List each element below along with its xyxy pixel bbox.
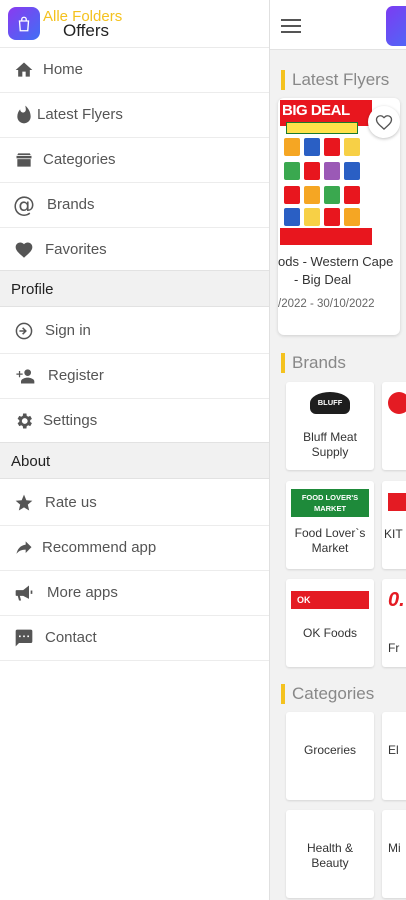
drawer-item-label: Contact	[45, 629, 97, 646]
bluff-logo: BLUFF	[310, 392, 350, 414]
menu-icon[interactable]	[281, 19, 301, 33]
profile-section-header: Profile	[0, 270, 269, 307]
box-icon	[13, 149, 35, 171]
category-name: Groceries	[303, 743, 356, 757]
drawer-header: Alle Folders Offers	[0, 0, 269, 48]
category-name: El	[388, 743, 399, 757]
navigation-drawer: Alle Folders Offers Home Latest Flyers C…	[0, 0, 270, 900]
flyer-card[interactable]: BIG DEAL ods - Western Cape - Big Deal /…	[278, 98, 400, 335]
heart-icon	[13, 239, 35, 261]
brand-tile-ok-foods[interactable]: OK OK Foods	[286, 579, 374, 667]
category-tile-health-beauty[interactable]: Health & Beauty	[286, 810, 374, 898]
drawer-item-brands[interactable]: @ Brands	[0, 183, 269, 228]
drawer-item-recommend-app[interactable]: Recommend app	[0, 526, 269, 571]
drawer-item-label: Latest Flyers	[37, 106, 123, 123]
flyer-date: /2022 - 30/10/2022	[278, 298, 375, 310]
drawer-item-label: Rate us	[45, 494, 97, 511]
brand-name: KIT	[384, 527, 403, 541]
favorite-button[interactable]	[368, 106, 400, 138]
shopping-bag-icon	[8, 7, 40, 40]
about-section-title: About	[11, 453, 51, 470]
brand-logo	[388, 392, 406, 414]
home-icon	[13, 59, 35, 81]
drawer-item-rate-us[interactable]: Rate us	[0, 481, 269, 526]
drawer-item-label: Sign in	[45, 322, 91, 339]
drawer-item-settings[interactable]: Settings	[0, 399, 269, 444]
drawer-item-more-apps[interactable]: More apps	[0, 571, 269, 616]
profile-section-title: Profile	[11, 281, 54, 298]
drawer-item-label: Recommend app	[42, 539, 157, 556]
megaphone-icon	[13, 582, 35, 604]
brands-header: Brands	[281, 352, 346, 374]
drawer-item-label: Brands	[47, 196, 95, 213]
category-tile-partial[interactable]: El	[382, 712, 406, 800]
brand-tile-bluff[interactable]: BLUFF Bluff Meat Supply	[286, 382, 374, 470]
main-screen: Latest Flyers BIG DEAL ods - Western Cap…	[270, 0, 406, 900]
brand-name: Bluff Meat Supply	[303, 430, 357, 459]
brand-name: OK Foods	[302, 626, 358, 640]
flame-icon	[13, 104, 35, 126]
brand-name: Food Lover`s Market	[294, 526, 366, 555]
star-icon	[13, 492, 35, 514]
category-tile-groceries[interactable]: Groceries	[286, 712, 374, 800]
category-name: Mi	[388, 841, 401, 855]
gear-icon	[13, 410, 35, 432]
sign-in-icon	[13, 320, 35, 342]
latest-flyers-title: Latest Flyers	[292, 70, 390, 89]
add-user-icon	[15, 365, 37, 387]
top-app-bar	[270, 0, 406, 50]
drawer-item-label: Settings	[43, 412, 98, 429]
app-logo-icon	[386, 6, 406, 46]
drawer-item-latest-flyers[interactable]: Latest Flyers	[0, 93, 269, 138]
share-arrow-icon	[13, 537, 35, 559]
drawer-item-categories[interactable]: Categories	[0, 138, 269, 183]
flyer-thumbnail: BIG DEAL	[280, 100, 372, 245]
flyer-image-text: BIG DEAL	[282, 102, 350, 119]
category-name: Health & Beauty	[306, 841, 354, 870]
drawer-item-label: Home	[43, 61, 84, 78]
food-lovers-logo: FOOD LOVER'S MARKET	[291, 489, 369, 517]
drawer-item-register[interactable]: Register	[0, 354, 269, 399]
drawer-item-sign-in[interactable]: Sign in	[0, 309, 269, 354]
latest-flyers-header: Latest Flyers	[281, 69, 389, 91]
drawer-item-contact[interactable]: Contact	[0, 616, 269, 661]
brand-tile-partial[interactable]: KIT	[382, 481, 406, 569]
drawer-item-label: Categories	[43, 151, 116, 168]
heart-outline-icon	[375, 115, 393, 130]
brands-title: Brands	[292, 353, 346, 372]
brand-name: Fr	[388, 641, 400, 655]
drawer-item-label: Register	[48, 367, 104, 384]
categories-header: Categories	[281, 683, 374, 705]
about-section-header: About	[0, 442, 269, 479]
drawer-item-label: More apps	[47, 584, 118, 601]
category-tile-partial[interactable]: Mi	[382, 810, 406, 898]
at-sign-icon: @	[13, 192, 35, 218]
brand-logo: 0.	[388, 589, 405, 611]
brand-tile-food-lovers[interactable]: FOOD LOVER'S MARKET Food Lover`s Market	[286, 481, 374, 569]
categories-title: Categories	[292, 684, 375, 703]
drawer-item-home[interactable]: Home	[0, 48, 269, 93]
drawer-item-favorites[interactable]: Favorites	[0, 228, 269, 273]
chat-icon	[13, 627, 35, 649]
brand-logo	[388, 493, 406, 511]
brand-tile-partial[interactable]	[382, 382, 406, 470]
brand-tile-partial[interactable]: 0. Fr	[382, 579, 406, 667]
ok-foods-logo: OK	[291, 591, 369, 609]
app-subtitle: Offers	[63, 21, 109, 40]
drawer-item-label: Favorites	[45, 241, 107, 258]
